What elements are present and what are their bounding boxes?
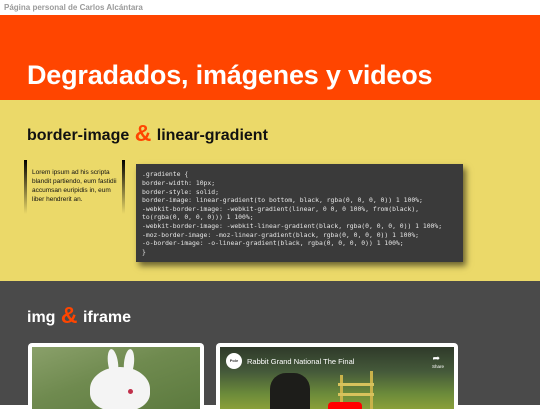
play-button[interactable] (328, 402, 362, 409)
ampersand: & (60, 302, 78, 328)
border-image-section: border-image & linear-gradient Lorem ips… (0, 100, 540, 281)
embedded-video[interactable]: Pole Rabbit Grand National The Final ➦ S… (220, 347, 454, 409)
video-thumbnail-figure (270, 373, 310, 409)
media-heading: img & iframe (27, 304, 131, 329)
video-title[interactable]: Rabbit Grand National The Final (247, 357, 354, 366)
heading-part-2: iframe (78, 309, 131, 326)
heading-part-2: linear-gradient (152, 127, 268, 144)
video-card: Pole Rabbit Grand National The Final ➦ S… (216, 343, 458, 413)
border-image-heading: border-image & linear-gradient (27, 122, 268, 147)
share-icon[interactable]: ➦ (432, 354, 440, 363)
image-card (28, 343, 204, 413)
channel-avatar[interactable]: Pole (226, 353, 242, 369)
hero-banner: Degradados, imágenes y videos (0, 15, 540, 100)
gradient-border-demo: Lorem ipsum ad his scripta blandit parti… (24, 160, 125, 214)
rabbit-image (32, 347, 200, 409)
browser-title: Página personal de Carlos Alcántara (0, 0, 540, 15)
media-section: img & iframe Pole Rabbit Grand National … (0, 281, 540, 413)
page-title: Degradados, imágenes y videos (27, 60, 433, 90)
css-code-block: .gradiente { border-width: 10px; border-… (136, 164, 463, 263)
ampersand: & (134, 120, 152, 146)
share-label[interactable]: Share (432, 364, 444, 369)
heading-part-1: img (27, 309, 60, 326)
heading-part-1: border-image (27, 127, 134, 144)
